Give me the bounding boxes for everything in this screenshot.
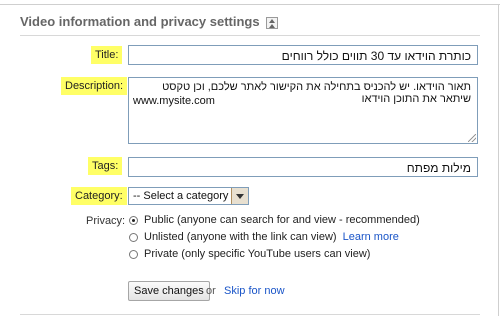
tags-label: Tags: bbox=[88, 157, 123, 175]
description-textarea[interactable]: תאור הוידאו. יש להכניס בתחילה את הקישור … bbox=[128, 77, 478, 144]
privacy-option-unlisted-text: Unlisted (anyone with the link can view) bbox=[144, 231, 337, 243]
radio-public[interactable] bbox=[129, 215, 138, 225]
category-selected-value: -- Select a category -- bbox=[133, 190, 239, 202]
section-header: Video information and privacy settings bbox=[20, 14, 278, 29]
tags-input-value: מילות מפתח bbox=[406, 161, 471, 175]
skip-for-now-link[interactable]: Skip for now bbox=[224, 285, 285, 297]
section-title: Video information and privacy settings bbox=[20, 14, 260, 29]
privacy-option-unlisted[interactable]: Unlisted (anyone with the link can view)… bbox=[129, 231, 399, 243]
description-line-2: www.mysite.com bbox=[133, 95, 215, 107]
save-changes-button[interactable]: Save changes bbox=[128, 281, 210, 301]
category-select[interactable]: -- Select a category -- bbox=[128, 187, 249, 205]
bottom-divider bbox=[20, 314, 480, 315]
privacy-option-private[interactable]: Private (only specific YouTube users can… bbox=[129, 248, 370, 260]
title-input[interactable]: כותרת הוידאו עד 30 תווים כולל רווחים bbox=[128, 45, 478, 65]
resize-grip-icon[interactable] bbox=[468, 134, 476, 142]
title-input-value: כותרת הוידאו עד 30 תווים כולל רווחים bbox=[281, 49, 471, 63]
tags-input[interactable]: מילות מפתח bbox=[128, 157, 478, 177]
category-label: Category: bbox=[71, 187, 127, 205]
right-border bbox=[498, 4, 499, 316]
radio-unlisted[interactable] bbox=[129, 232, 138, 242]
collapse-icon[interactable] bbox=[265, 16, 278, 29]
privacy-label: Privacy: bbox=[86, 215, 126, 227]
radio-private[interactable] bbox=[129, 249, 138, 259]
privacy-option-public-text: Public (anyone can search for and view -… bbox=[144, 214, 420, 226]
title-label: Title: bbox=[91, 46, 123, 64]
privacy-option-private-text: Private (only specific YouTube users can… bbox=[144, 248, 371, 260]
learn-more-link[interactable]: Learn more bbox=[343, 231, 399, 243]
or-text: or bbox=[206, 285, 216, 297]
section-divider bbox=[20, 35, 480, 36]
description-label: Description: bbox=[61, 77, 128, 95]
privacy-option-public[interactable]: Public (anyone can search for and view -… bbox=[129, 214, 420, 226]
top-divider bbox=[0, 4, 500, 5]
chevron-down-icon[interactable] bbox=[231, 188, 248, 204]
